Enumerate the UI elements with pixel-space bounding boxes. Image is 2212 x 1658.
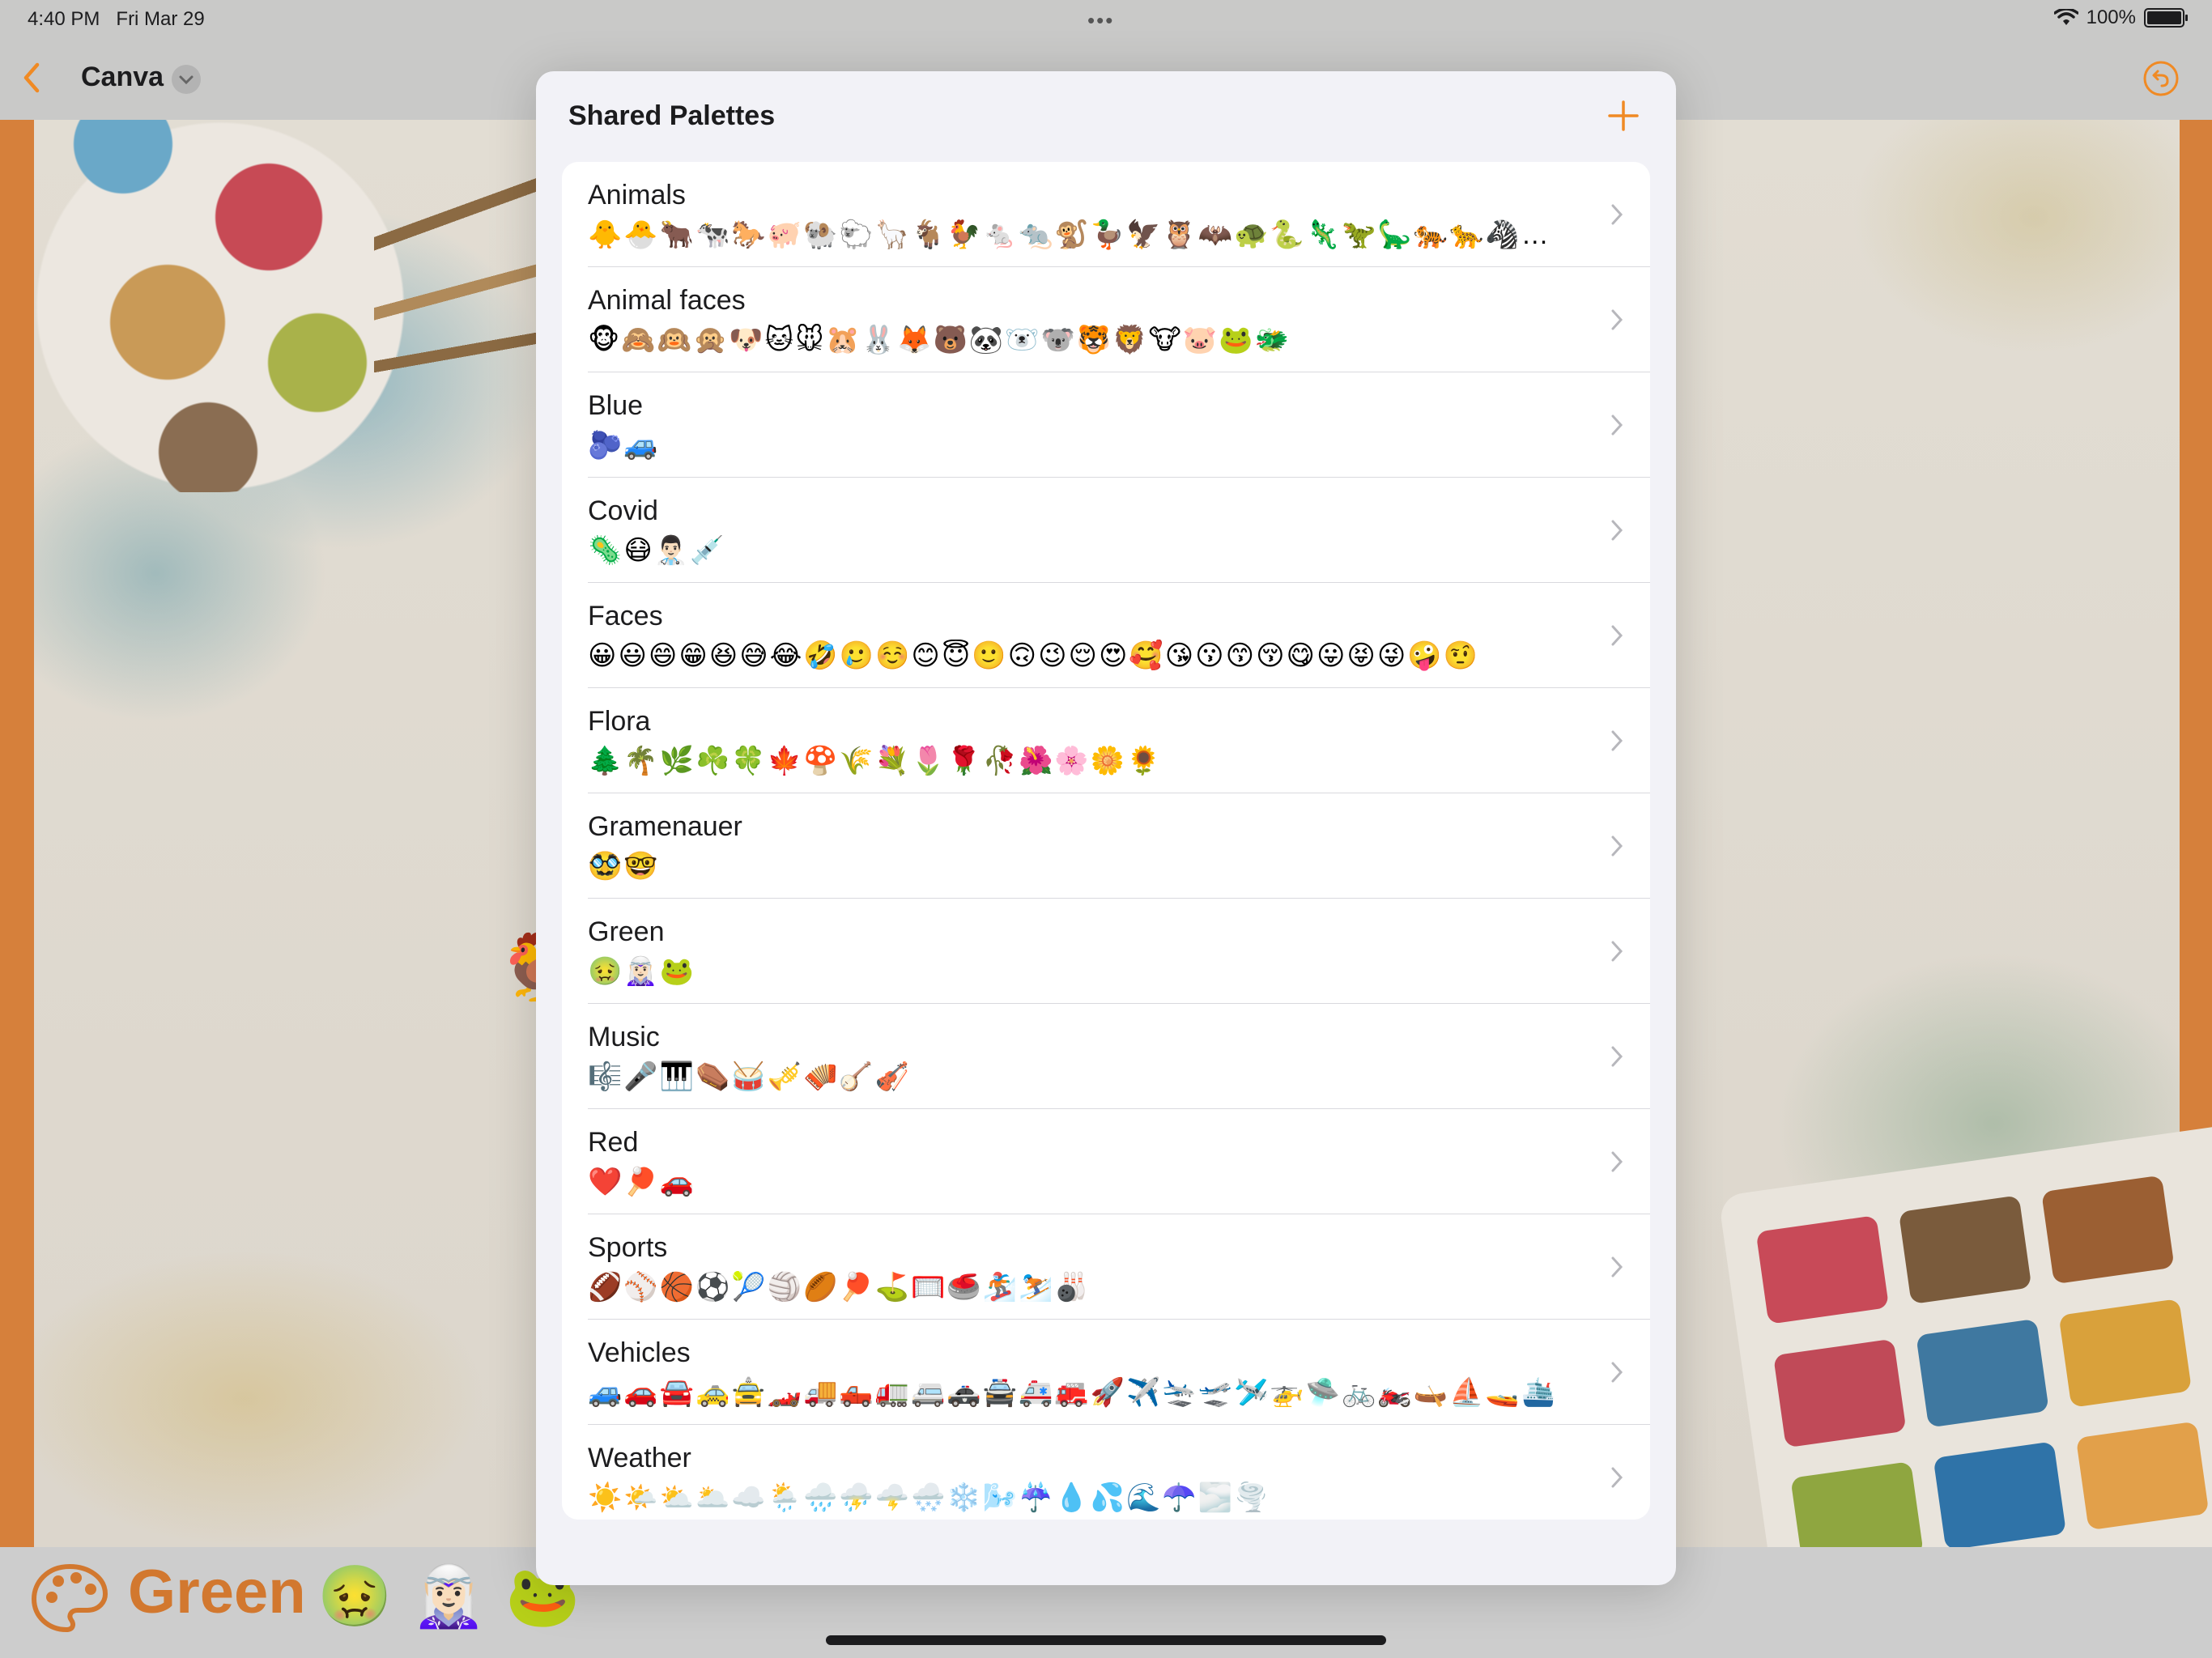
palette-name: Gramenauer: [588, 811, 742, 842]
palette-row-weather[interactable]: Weather ☀️🌤️⛅️🌥️☁️🌦️🌧️⛈️🌩️🌨️❄️🌬️☔️💧💦🌊☂️🌫…: [562, 1425, 1650, 1520]
status-date: Fri Mar 29: [116, 8, 205, 30]
palette-emoji: 🥸🤓: [588, 851, 660, 882]
chevron-right-icon: [1611, 1256, 1623, 1278]
chevron-right-icon: [1611, 1362, 1623, 1383]
palette-emoji: ❤️🏓🚗: [588, 1167, 696, 1197]
battery-icon: [2144, 8, 2188, 28]
palette-emoji: 🏈⚾️🏀⚽️🎾🏐🏉🏓⛳️🥅🥌🏂⛷️🎳: [588, 1272, 1091, 1303]
palette-emoji: 😀😃😄😁😆😅😂🤣🥲☺️😊😇🙂🙃😉😌😍🥰😘😗😙😚😋😛😝😜🤪🤨: [588, 640, 1479, 671]
palette-name: Music: [588, 1022, 660, 1052]
palette-row-animal-faces[interactable]: Animal faces 🐵🙈🙉🙊🐶🐱🐭🐹🐰🦊🐻🐼🐻‍❄️🐨🐯🦁🐮🐷🐸🐲: [562, 267, 1650, 372]
palette-name: Green: [588, 916, 665, 947]
undo-icon[interactable]: [2142, 60, 2180, 97]
palette-row-sports[interactable]: Sports 🏈⚾️🏀⚽️🎾🏐🏉🏓⛳️🥅🥌🏂⛷️🎳: [562, 1214, 1650, 1320]
palette-emoji: 🦠😷👨🏻‍⚕️💉: [588, 535, 726, 566]
palette-emoji: 🎼🎤🎹⚰️🥁🎺🪗🪕🎻: [588, 1061, 912, 1092]
shared-palettes-sheet: Shared Palettes Animals 🐥🐣🐂🐄🐎🐖🐏🐑🦙🐐🐓🐁🐀🐒🦆🦅…: [536, 71, 1676, 1585]
palette-name: Sports: [588, 1232, 668, 1263]
chevron-right-icon: [1611, 309, 1623, 330]
palette-name: Red: [588, 1127, 639, 1158]
palette-name: Blue: [588, 390, 644, 421]
sheet-title: Shared Palettes: [568, 100, 776, 131]
multitasking-dots-icon[interactable]: •••: [1087, 8, 1114, 33]
palette-emoji: 🫐🚙: [588, 430, 660, 461]
palette-name: Animal faces: [588, 285, 746, 316]
chevron-right-icon: [1611, 625, 1623, 646]
chevron-right-icon: [1611, 941, 1623, 962]
chevron-right-icon: [1611, 1467, 1623, 1488]
home-indicator[interactable]: [826, 1635, 1386, 1645]
chevron-right-icon: [1611, 1151, 1623, 1172]
palette-name: Vehicles: [588, 1337, 691, 1368]
chevron-right-icon: [1611, 730, 1623, 751]
palette-name: Weather: [588, 1443, 691, 1473]
palette-row-flora[interactable]: Flora 🌲🌴🌿☘️🍀🍁🍄🌾💐🌷🌹🥀🌺🌸🌼🌻: [562, 688, 1650, 793]
add-palette-button[interactable]: [1605, 97, 1642, 134]
palette-emoji: 🌲🌴🌿☘️🍀🍁🍄🌾💐🌷🌹🥀🌺🌸🌼🌻: [588, 746, 1163, 776]
palette-row-gramenauer[interactable]: Gramenauer 🥸🤓: [562, 793, 1650, 899]
chevron-right-icon: [1611, 1046, 1623, 1067]
palette-name: Covid: [588, 495, 658, 526]
status-clock: 4:40 PM: [28, 8, 100, 30]
palette-emoji: 🐵🙈🙉🙊🐶🐱🐭🐹🐰🦊🐻🐼🐻‍❄️🐨🐯🦁🐮🐷🐸🐲: [588, 325, 1291, 355]
palette-name: Flora: [588, 706, 651, 737]
palette-row-animals[interactable]: Animals 🐥🐣🐂🐄🐎🐖🐏🐑🦙🐐🐓🐁🐀🐒🦆🦅🦉🦇🐢🐍🦎🦖🦕🐅🐆🦓🦍🦧🐘: [562, 162, 1650, 267]
palette-list: Animals 🐥🐣🐂🐄🐎🐖🐏🐑🦙🐐🐓🐁🐀🐒🦆🦅🦉🦇🐢🐍🦎🦖🦕🐅🐆🦓🦍🦧🐘 An…: [562, 162, 1650, 1520]
palette-row-music[interactable]: Music 🎼🎤🎹⚰️🥁🎺🪗🪕🎻: [562, 1004, 1650, 1109]
palette-emoji: 🤢🧝🏻‍♀️🐸: [588, 956, 696, 987]
battery-percent: 100%: [2086, 6, 2136, 28]
palette-row-covid[interactable]: Covid 🦠😷👨🏻‍⚕️💉: [562, 478, 1650, 583]
palette-icon[interactable]: [29, 1562, 110, 1635]
back-chevron-icon[interactable]: [15, 55, 50, 100]
wifi-icon: [2053, 9, 2078, 25]
palette-row-blue[interactable]: Blue 🫐🚙: [562, 372, 1650, 478]
palette-row-faces[interactable]: Faces 😀😃😄😁😆😅😂🤣🥲☺️😊😇🙂🙃😉😌😍🥰😘😗😙😚😋😛😝😜🤪🤨: [562, 583, 1650, 688]
chevron-right-icon: [1611, 204, 1623, 225]
palette-name: Faces: [588, 601, 663, 631]
palette-emoji: 🐥🐣🐂🐄🐎🐖🐏🐑🦙🐐🐓🐁🐀🐒🦆🦅🦉🦇🐢🐍🦎🦖🦕🐅🐆🦓🦍🦧🐘: [588, 219, 1584, 250]
chevron-right-icon: [1611, 520, 1623, 541]
palette-emoji: ☀️🌤️⛅️🌥️☁️🌦️🌧️⛈️🌩️🌨️❄️🌬️☔️💧💦🌊☂️🌫️🌪️: [588, 1482, 1270, 1513]
palette-name: Animals: [588, 180, 686, 210]
status-bar: 4:40 PM Fri Mar 29 ••• 100%: [0, 0, 2212, 37]
chevron-down-icon[interactable]: [172, 65, 201, 94]
palette-row-green[interactable]: Green 🤢🧝🏻‍♀️🐸: [562, 899, 1650, 1004]
chevron-right-icon: [1611, 414, 1623, 436]
palette-row-red[interactable]: Red ❤️🏓🚗: [562, 1109, 1650, 1214]
document-title[interactable]: Canva: [81, 62, 164, 93]
chevron-right-icon: [1611, 835, 1623, 857]
status-time: 4:40 PM Fri Mar 29: [28, 8, 205, 31]
status-right: 100%: [2053, 6, 2188, 29]
palette-row-vehicles[interactable]: Vehicles 🚙🚗🚘🚕🚖🏎️🚚🛻🚛🚐🚓🚔🚑🚒🚀✈️🛬🛫🛩️🚁🛸🚲🏍️🛶⛵️🚤…: [562, 1320, 1650, 1425]
watercolor-palette-image: [34, 120, 406, 492]
current-palette-name[interactable]: Green: [128, 1557, 306, 1627]
palette-emoji: 🚙🚗🚘🚕🚖🏎️🚚🛻🚛🚐🚓🚔🚑🚒🚀✈️🛬🛫🛩️🚁🛸🚲🏍️🛶⛵️🚤🛳️: [588, 1377, 1558, 1408]
